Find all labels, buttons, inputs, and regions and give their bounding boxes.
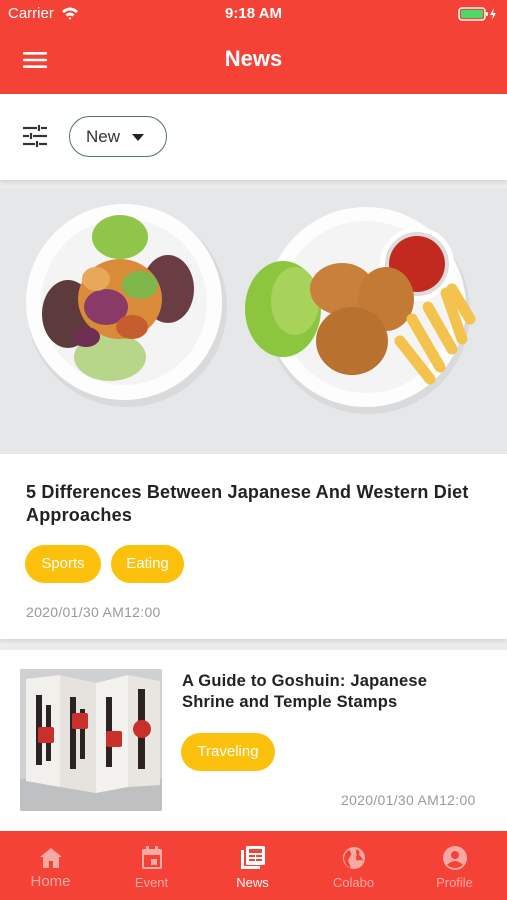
tab-label: Profile <box>436 875 473 890</box>
tab-news[interactable]: News <box>202 831 303 900</box>
article-date: 2020/01/30 AM12:00 <box>26 604 161 620</box>
sort-value: New <box>86 127 121 146</box>
globe-icon <box>343 847 365 869</box>
sliders-icon[interactable] <box>23 125 47 147</box>
status-bar: Carrier 9:18 AM <box>0 0 507 28</box>
article-date: 2020/01/30 AM12:00 <box>341 792 476 808</box>
filter-bar: New <box>0 94 507 180</box>
tab-label: Home <box>30 873 71 890</box>
sort-dropdown[interactable]: New <box>69 116 167 157</box>
tab-label: Event <box>134 875 169 890</box>
bottom-tab-bar: Home Event News Colabo Profile <box>0 831 507 900</box>
article-card-featured[interactable]: 5 Differences Between Japanese And Weste… <box>0 189 507 639</box>
calendar-icon <box>142 846 162 869</box>
article-card[interactable]: A Guide to Goshuin: Japanese Shrine and … <box>0 650 507 831</box>
tab-home[interactable]: Home <box>0 831 101 900</box>
tab-event[interactable]: Event <box>101 831 202 900</box>
tag-traveling[interactable]: Traveling <box>181 733 275 771</box>
tab-label: Colabo <box>332 875 375 890</box>
tab-profile[interactable]: Profile <box>404 831 505 900</box>
app-header: Carrier 9:18 AM News <box>0 0 507 94</box>
tag-sports[interactable]: Sports <box>25 545 101 583</box>
article-title: A Guide to Goshuin: Japanese Shrine and … <box>182 672 428 711</box>
home-icon <box>40 848 62 868</box>
profile-icon <box>443 846 467 870</box>
tab-colabo[interactable]: Colabo <box>303 831 404 900</box>
article-hero-image <box>0 189 507 454</box>
tag-eating[interactable]: Eating <box>111 545 184 583</box>
battery-icon <box>458 7 496 21</box>
tab-label: News <box>236 875 269 890</box>
article-thumbnail <box>20 669 162 811</box>
clock: 9:18 AM <box>225 5 282 22</box>
newspaper-icon <box>241 846 265 869</box>
page-title: News <box>224 46 283 71</box>
article-title: 5 Differences Between Japanese And Weste… <box>26 482 469 525</box>
caret-down-icon <box>132 134 144 141</box>
